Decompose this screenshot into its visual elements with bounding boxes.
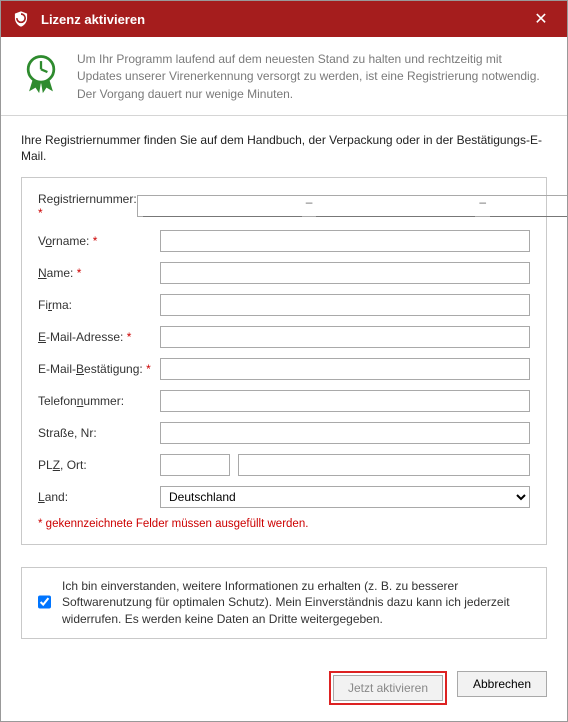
land-select[interactable]: Deutschland [160, 486, 530, 508]
lead-text: Ihre Registriernummer finden Sie auf dem… [21, 132, 547, 164]
titlebar: Lizenz aktivieren ✕ [1, 1, 567, 37]
plz-input[interactable] [160, 454, 230, 476]
regnum-part-1[interactable] [143, 195, 302, 217]
row-tel: Telefonnummer: [38, 390, 530, 412]
row-regnum: Registriernummer: * – – – – [38, 192, 530, 220]
form-panel: Registriernummer: * – – – – [21, 177, 547, 545]
row-firma: Firma: [38, 294, 530, 316]
cancel-button[interactable]: Abbrechen [457, 671, 547, 697]
consent-panel: Ich bin einverstanden, weitere Informati… [21, 567, 547, 639]
row-plz-ort: PLZ, Ort: [38, 454, 530, 476]
tel-input[interactable] [160, 390, 530, 412]
row-land: Land: Deutschland [38, 486, 530, 508]
close-button[interactable]: ✕ [523, 1, 559, 37]
firma-input[interactable] [160, 294, 530, 316]
activate-highlight: Jetzt aktivieren [329, 671, 447, 705]
name-input[interactable] [160, 262, 530, 284]
regnum-part-3[interactable] [490, 195, 567, 217]
consent-checkbox[interactable] [38, 579, 51, 625]
strasse-input[interactable] [160, 422, 530, 444]
window-title: Lizenz aktivieren [41, 12, 523, 27]
intro-text: Um Ihr Programm laufend auf dem neuesten… [77, 51, 549, 103]
close-icon: ✕ [534, 9, 547, 29]
consent-text: Ich bin einverstanden, weitere Informati… [62, 578, 534, 628]
app-shield-icon [11, 9, 31, 29]
regnum-part-2[interactable] [316, 195, 475, 217]
row-strasse: Straße, Nr: [38, 422, 530, 444]
vorname-input[interactable] [160, 230, 530, 252]
ort-input[interactable] [238, 454, 530, 476]
ribbon-clock-icon [19, 51, 63, 95]
row-email: E-Mail-Adresse: * [38, 326, 530, 348]
activate-button[interactable]: Jetzt aktivieren [333, 675, 443, 701]
dialog-window: Lizenz aktivieren ✕ Um Ihr Programm lauf… [0, 0, 568, 722]
row-email-confirm: E-Mail-Bestätigung: * [38, 358, 530, 380]
footer: Jetzt aktivieren Abbrechen [1, 661, 567, 721]
regnum-group: – – – – [137, 195, 567, 217]
form-body: Ihre Registriernummer finden Sie auf dem… [1, 116, 567, 661]
row-vorname: Vorname: * [38, 230, 530, 252]
email-input[interactable] [160, 326, 530, 348]
intro-banner: Um Ihr Programm laufend auf dem neuesten… [1, 37, 567, 116]
row-name: Name: * [38, 262, 530, 284]
email-confirm-input[interactable] [160, 358, 530, 380]
required-note: * gekennzeichnete Felder müssen ausgefül… [38, 518, 530, 530]
